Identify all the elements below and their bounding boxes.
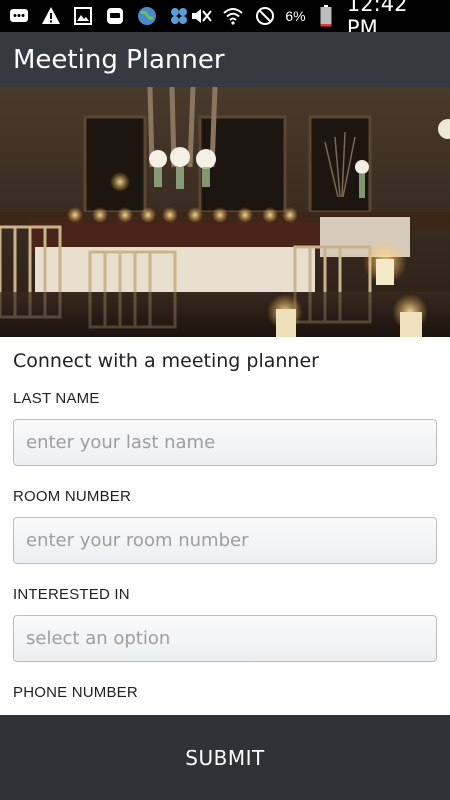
room-number-label: ROOM NUMBER <box>13 488 132 505</box>
last-name-input[interactable]: enter your last name <box>13 419 437 466</box>
submit-label: SUBMIT <box>185 745 265 770</box>
last-name-placeholder: enter your last name <box>26 432 216 453</box>
gallery-icon <box>72 5 94 27</box>
status-bar: 6% 12:42 PM <box>0 0 450 40</box>
room-number-input[interactable]: enter your room number <box>13 517 437 564</box>
form-intro: Connect with a meeting planner <box>13 350 319 372</box>
warning-icon <box>40 5 62 27</box>
page-title: Meeting Planner <box>13 44 225 75</box>
bluetooth-app-icon <box>104 5 126 27</box>
last-name-label: LAST NAME <box>13 390 100 407</box>
wifi-icon <box>222 5 244 27</box>
apps-icon <box>168 5 190 27</box>
interested-in-placeholder: select an option <box>26 628 171 649</box>
interested-in-label: INTERESTED IN <box>13 586 130 603</box>
phone-number-label: PHONE NUMBER <box>13 684 138 701</box>
interested-in-select[interactable]: select an option <box>13 615 437 662</box>
room-number-placeholder: enter your room number <box>26 530 249 551</box>
battery-percent: 6% <box>285 8 306 24</box>
messenger-icon <box>8 5 30 27</box>
submit-button[interactable]: SUBMIT <box>0 715 450 800</box>
mute-icon <box>190 5 212 27</box>
status-left-icons <box>8 5 190 27</box>
hero-image <box>0 87 450 337</box>
form-area: Connect with a meeting planner LAST NAME… <box>0 337 450 715</box>
battery-icon <box>316 5 337 27</box>
globe-icon <box>136 5 158 27</box>
app-bar: Meeting Planner <box>0 32 450 87</box>
do-not-disturb-icon <box>254 5 275 27</box>
